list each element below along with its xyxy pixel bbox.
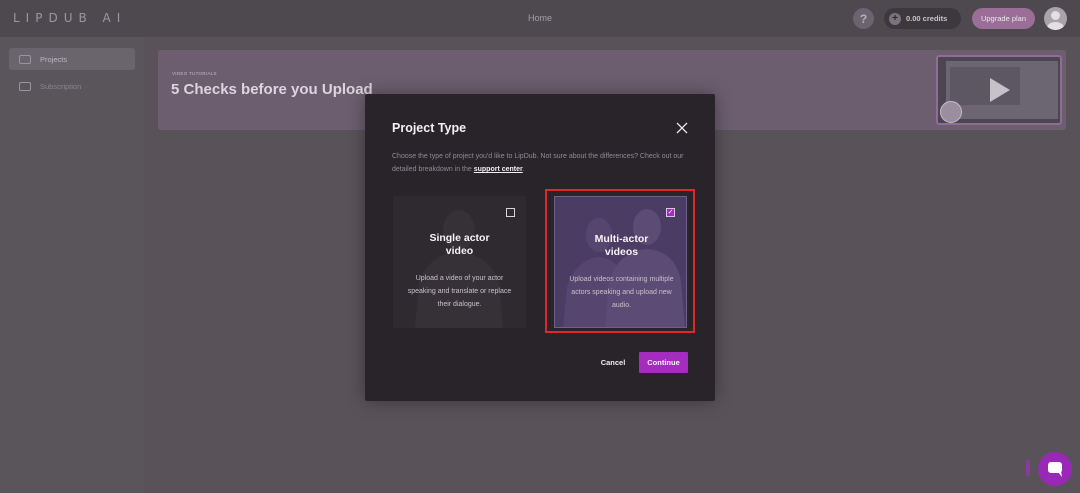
support-center-link[interactable]: support center xyxy=(474,166,523,173)
option-title: Single actor video xyxy=(429,232,490,257)
folder-icon xyxy=(19,54,31,64)
option-description: Upload videos containing multiple actors… xyxy=(569,276,674,309)
card-icon xyxy=(19,81,31,91)
option-description: Upload a video of your actor speaking an… xyxy=(407,275,512,308)
nav-home-link[interactable]: Home xyxy=(528,13,552,23)
modal-title: Project Type xyxy=(392,121,467,135)
user-avatar-icon[interactable] xyxy=(1044,7,1067,30)
play-icon xyxy=(990,78,1010,102)
sidebar: Projects Subscription xyxy=(0,37,144,493)
banner-title: 5 Checks before you Upload xyxy=(171,81,373,98)
chat-launcher-tab[interactable] xyxy=(1026,460,1030,476)
sidebar-item-projects[interactable]: Projects xyxy=(9,48,135,70)
modal-description: Choose the type of project you'd like to… xyxy=(392,153,684,173)
chat-launcher-button[interactable] xyxy=(1038,452,1072,486)
credits-badge[interactable]: + 0.00 credits xyxy=(884,8,961,29)
upgrade-plan-button[interactable]: Upgrade plan xyxy=(972,8,1035,29)
credits-label: 0.00 credits xyxy=(906,14,948,23)
plus-icon: + xyxy=(889,12,901,25)
chat-bubble-icon xyxy=(1048,462,1062,477)
option-title: Multi-actor videos xyxy=(594,233,649,258)
app-logo[interactable]: LIPDUB AI xyxy=(13,11,126,25)
presenter-avatar xyxy=(940,101,962,123)
top-bar: LIPDUB AI Home ? + 0.00 credits Upgrade … xyxy=(0,0,1080,37)
sidebar-item-subscription[interactable]: Subscription xyxy=(9,75,135,97)
cancel-button[interactable]: Cancel xyxy=(593,352,633,372)
sidebar-item-label: Subscription xyxy=(40,81,82,91)
close-icon[interactable] xyxy=(673,119,691,137)
banner-kicker: VIDEO TUTORIALS xyxy=(172,71,217,76)
sidebar-item-label: Projects xyxy=(40,54,68,64)
help-button[interactable]: ? xyxy=(853,8,874,29)
tutorial-video-thumbnail[interactable] xyxy=(936,55,1062,125)
checkbox-single-actor[interactable] xyxy=(506,208,515,217)
continue-button[interactable]: Continue xyxy=(639,352,688,373)
checkbox-multi-actor[interactable]: ✓ xyxy=(666,208,675,217)
